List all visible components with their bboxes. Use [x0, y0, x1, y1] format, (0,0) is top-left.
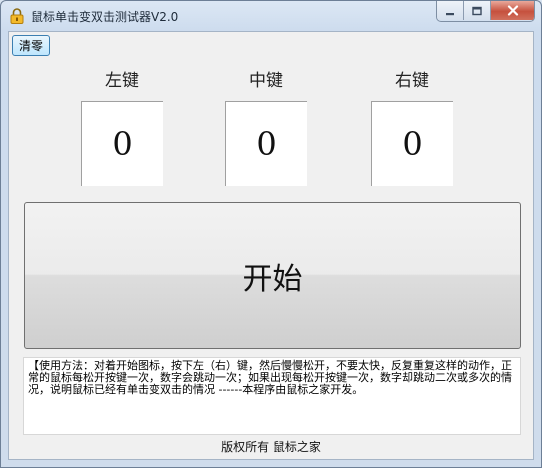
right-key-counter: 0 — [371, 101, 453, 186]
clear-button[interactable]: 清零 — [12, 35, 50, 56]
left-key-counter: 0 — [81, 101, 163, 186]
maximize-icon — [472, 1, 482, 20]
minimize-icon — [445, 1, 455, 20]
instructions-textbox[interactable]: 【使用方法：对着开始图标，按下左（右）键，然后慢慢松开，不要太快，反复重复这样的… — [23, 357, 521, 435]
middle-key-label: 中键 — [249, 71, 283, 91]
middle-key-counter: 0 — [225, 101, 307, 186]
right-key-label: 右键 — [395, 71, 429, 91]
start-button[interactable]: 开始 — [24, 202, 521, 349]
lock-icon — [10, 8, 24, 24]
title-bar[interactable]: 鼠标单击变双击测试器V2.0 — [1, 1, 541, 31]
close-button[interactable] — [491, 1, 534, 20]
window-controls — [436, 1, 535, 22]
window-title: 鼠标单击变双击测试器V2.0 — [31, 10, 179, 24]
copyright-footer: 版权所有 鼠标之家 — [221, 440, 321, 454]
close-icon — [507, 1, 519, 20]
left-key-label: 左键 — [105, 71, 139, 91]
client-area: 清零 左键 中键 右键 0 0 0 开始 【使用方法：对着开始图标，按下左（右）… — [8, 31, 534, 460]
maximize-button[interactable] — [464, 1, 491, 20]
app-window: 鼠标单击变双击测试器V2.0 清零 左键 中键 右键 0 0 0 开始 【使用方… — [0, 0, 542, 468]
minimize-button[interactable] — [437, 1, 464, 20]
